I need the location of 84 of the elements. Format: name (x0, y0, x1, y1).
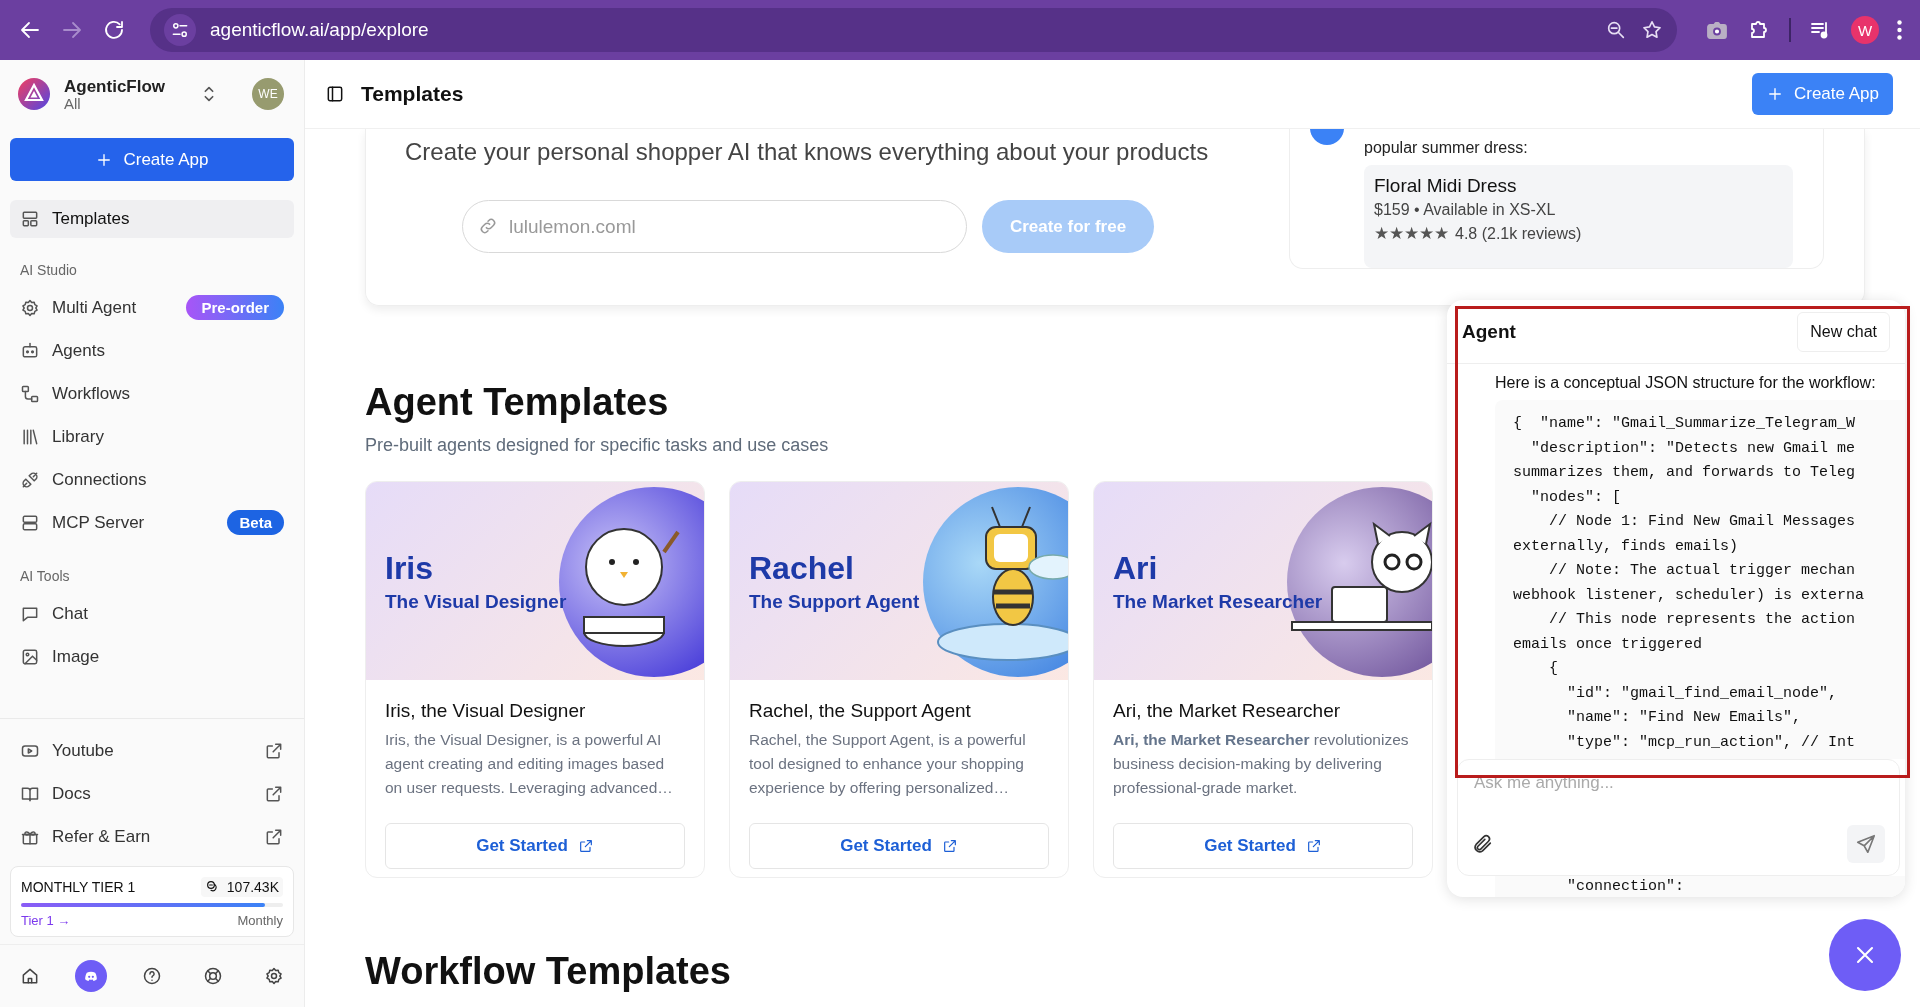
get-started-button[interactable]: Get Started (385, 823, 685, 869)
sidebar-item[interactable]: Docs (10, 772, 294, 815)
external-link-icon (1305, 838, 1322, 854)
reload-icon (102, 18, 126, 42)
panel-title: Agent (1462, 320, 1516, 343)
card-description: Iris, the Visual Designer, is a powerful AI agent creating and editing images based on user requests. Leveraging advanced… (385, 730, 674, 798)
sidebar-item[interactable]: Multi Agent Pre-order (10, 286, 294, 329)
star-icon: ★ (1404, 223, 1419, 244)
help-icon (142, 966, 162, 986)
product-name: Floral Midi Dress (1374, 175, 1518, 197)
external-link-icon (941, 838, 958, 854)
card-description: Rachel, the Support Agent, is a powerful tool designed to enhance your shopping experience by offering personalized… (749, 730, 1027, 798)
gear-icon (263, 966, 284, 986)
sidebar-item[interactable]: Image (10, 635, 294, 678)
logo-icon (18, 78, 50, 110)
card-title: Ari, the Market Researcher (1113, 700, 1342, 722)
zoom-out-icon (1605, 19, 1627, 41)
sidebar-toggle-icon (325, 84, 345, 104)
status-badge: Pre-order (186, 295, 284, 320)
gear-icon (20, 297, 40, 318)
agent-role: The Visual Designer (385, 590, 568, 613)
credit-balance: 107.43K (200, 877, 283, 897)
code-block: { "name": "Gmail_Summarize_Telegram_W "description": "Detects new Gmail me summarizes them, and forwards to Teleg "nodes": [ // Node 1: Find New Gmail Messages externally, finds emails) // Note: The actual trigger mechan webhook listener, scheduler) is externa // This node represents the action emails once triggered { "id": "gmail_find_email_node", "name": "Find New Emails", "type": "mcp_run_action", // Int (1495, 400, 1905, 759)
tier-link[interactable]: Tier 1 → (21, 913, 71, 928)
agent-name: Iris (385, 549, 435, 587)
section-title: Agent Templates (365, 380, 669, 425)
create-app-button[interactable]: Create App (1751, 73, 1893, 115)
agent-name: Rachel (749, 549, 855, 587)
get-started-button[interactable]: Get Started (749, 823, 1049, 869)
section-title: Workflow Templates (365, 949, 731, 994)
workspace-name: All (64, 97, 82, 111)
status-badge: Beta (227, 510, 284, 535)
card-description: Ari, the Market Researcher revolutionizes business decision-making by delivering professional-grade market. (1113, 730, 1410, 798)
tier-title: MONTHLY TIER 1 (21, 879, 136, 895)
star-icon: ★ (1389, 223, 1404, 244)
sidebar-item[interactable]: Youtube (10, 729, 294, 772)
create-app-button[interactable]: Create App (10, 138, 294, 181)
sidebar-item[interactable]: Library (10, 415, 294, 458)
rating-text: 4.8 (2.1k reviews) (1455, 224, 1582, 243)
agent-name: Ari (1113, 549, 1159, 587)
star-icon: ★ (1434, 223, 1449, 244)
more-menu-icon[interactable] (1897, 20, 1902, 40)
star-icon: ★ (1374, 223, 1389, 244)
get-started-button[interactable]: Get Started (1113, 823, 1413, 869)
section-subtitle: Pre-built agents designed for specific tasks and use cases (365, 435, 829, 456)
send-button[interactable] (1847, 825, 1885, 863)
layout-icon (20, 209, 40, 229)
section-heading: AI Studio (19, 261, 78, 280)
sidebar-item[interactable]: Chat (10, 592, 294, 635)
external-link-icon (577, 838, 594, 854)
product-details: $159 • Available in XS-XL (1374, 201, 1557, 219)
sidebar-item[interactable]: Workflows (10, 372, 294, 415)
attach-button[interactable] (1472, 833, 1494, 855)
site-settings-icon (170, 20, 190, 40)
agent-role: The Market Researcher (1113, 590, 1324, 613)
card-title: Rachel, the Support Agent (749, 700, 972, 722)
url-input-field[interactable]: lululemon.coml (462, 200, 967, 253)
link-icon (478, 216, 498, 236)
hero-tagline: Create your personal shopper AI that knows everything about your products (405, 138, 1210, 166)
workflow-icon (20, 383, 40, 404)
sidebar-item[interactable]: Connections (10, 458, 294, 501)
brand-name: AgenticFlow (64, 77, 167, 97)
chat-message: popular summer dress: (1364, 139, 1529, 157)
chat-message: Here is a conceptual JSON structure for the workflow: (1495, 374, 1877, 392)
new-chat-button[interactable]: New chat (1797, 311, 1890, 352)
page-title: Templates (361, 82, 465, 106)
star-icon: ★ (1419, 223, 1434, 244)
lifebuoy-icon (202, 966, 223, 986)
agent-role: The Support Agent (749, 590, 921, 613)
nav-icon-button[interactable] (75, 960, 108, 992)
address-bar[interactable]: agenticflow.ai/app/explore (150, 8, 1677, 52)
section-heading: AI Tools (19, 567, 71, 586)
billing-period: Monthly (237, 913, 283, 928)
send-icon (1855, 833, 1877, 855)
sidebar-item[interactable]: MCP Server Beta (10, 501, 294, 544)
sidebar-item[interactable]: Templates (10, 200, 294, 238)
sidebar-item[interactable]: Refer & Earn (10, 815, 294, 858)
bookmark-star-icon (1641, 19, 1663, 41)
robot-icon (20, 340, 40, 361)
sidebar-item[interactable]: Agents (10, 329, 294, 372)
paperclip-icon (1472, 833, 1494, 855)
plug-icon (20, 469, 40, 490)
profile-avatar[interactable]: W (1851, 16, 1879, 44)
card-title: Iris, the Visual Designer (385, 700, 587, 722)
